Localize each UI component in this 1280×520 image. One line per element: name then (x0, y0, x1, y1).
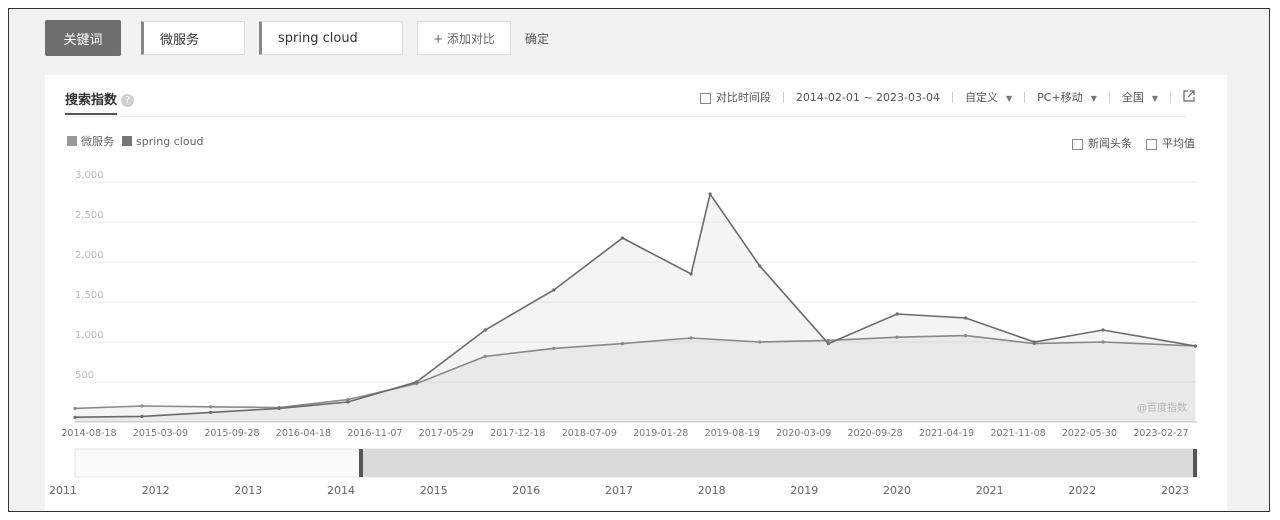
navigator-year-label: 2014 (327, 484, 355, 497)
keyword-button[interactable]: 关键词 (45, 20, 121, 56)
series-point-1[interactable] (552, 288, 556, 292)
series-point-1[interactable] (826, 342, 831, 346)
series-point-1[interactable] (346, 400, 350, 404)
navigator-year-label: 2021 (976, 484, 1004, 497)
navigator-year-label: 2022 (1068, 484, 1096, 497)
navigator-year-label: 2015 (420, 484, 448, 497)
x-tick-label: 2019-01-28 (633, 428, 688, 439)
y-tick-label: 1,500 (75, 290, 104, 301)
add-compare-button[interactable]: + 添加对比 (417, 21, 511, 55)
series-point-1[interactable] (689, 272, 693, 276)
keyword-input-1[interactable]: 微服务 (141, 21, 245, 55)
series-point-1[interactable] (483, 328, 487, 332)
navigator-handle-left[interactable] (359, 449, 363, 477)
series-point-1[interactable] (1101, 328, 1105, 332)
navigator-year-label: 2018 (698, 484, 726, 497)
series-point-1[interactable] (277, 406, 281, 410)
series-point-0[interactable] (73, 406, 77, 410)
series-point-1[interactable] (1193, 344, 1197, 348)
y-tick-label: 3,000 (75, 170, 104, 181)
x-tick-label: 2020-03-09 (776, 428, 831, 439)
x-tick-label: 2017-12-18 (490, 428, 545, 439)
series-point-1[interactable] (73, 415, 77, 419)
series-point-1[interactable] (708, 192, 712, 196)
keyword-toolbar: 关键词 微服务 spring cloud + 添加对比 确定 (45, 19, 549, 57)
series-point-1[interactable] (414, 380, 419, 384)
x-tick-label: 2015-03-09 (133, 428, 188, 439)
navigator-year-label: 2019 (790, 484, 818, 497)
navigator-year-label: 2013 (234, 484, 262, 497)
navigator-year-label: 2020 (883, 484, 911, 497)
search-index-panel: 搜索指数? 对比时间段 2014-02-01 ~ 2023-03-04 自定义 ▼… (45, 75, 1227, 511)
series-point-1[interactable] (758, 264, 762, 268)
series-point-1[interactable] (964, 316, 968, 320)
series-point-1[interactable] (1032, 340, 1036, 344)
y-tick-label: 2,500 (75, 210, 104, 221)
x-tick-label: 2014-08-18 (61, 428, 116, 439)
y-tick-label: 1,000 (75, 330, 104, 341)
x-tick-label: 2020-09-28 (847, 428, 902, 439)
x-tick-label: 2021-04-19 (919, 428, 974, 439)
x-tick-label: 2016-11-07 (347, 428, 402, 439)
series-point-0[interactable] (140, 404, 144, 408)
series-point-1[interactable] (620, 236, 625, 240)
x-tick-label: 2022-05-30 (1062, 428, 1117, 439)
navigator-year-label: 2016 (512, 484, 540, 497)
x-tick-label: 2016-04-18 (276, 428, 331, 439)
y-tick-label: 2,000 (75, 250, 104, 261)
confirm-button[interactable]: 确定 (525, 30, 549, 47)
series-point-1[interactable] (209, 410, 213, 414)
navigator-year-label: 2023 (1161, 484, 1189, 497)
x-tick-label: 2023-02-27 (1133, 428, 1188, 439)
x-tick-label: 2017-05-29 (419, 428, 474, 439)
navigator-selection[interactable] (361, 449, 1197, 477)
navigator-year-label: 2017 (605, 484, 633, 497)
x-tick-label: 2019-08-19 (705, 428, 760, 439)
navigator-year-label: 2012 (142, 484, 170, 497)
keyword-input-2[interactable]: spring cloud (259, 21, 403, 55)
trend-chart: 3,000 2,500 2,000 1,500 1,000 500 2014-08-18 20… (49, 170, 1198, 497)
x-tick-label: 2015-09-28 (204, 428, 259, 439)
window-frame: 关键词 微服务 spring cloud + 添加对比 确定 搜索指数? 对比时… (8, 8, 1270, 512)
x-tick-label: 2021-11-08 (990, 428, 1045, 439)
series-area-1 (75, 194, 1196, 422)
series-point-0[interactable] (209, 405, 213, 409)
x-tick-label: 2018-07-09 (562, 428, 617, 439)
navigator-handle-right[interactable] (1193, 449, 1197, 477)
navigator-year-label: 2011 (49, 484, 77, 497)
series-point-1[interactable] (140, 414, 144, 418)
series-point-1[interactable] (895, 312, 899, 316)
y-tick-label: 500 (75, 370, 94, 381)
